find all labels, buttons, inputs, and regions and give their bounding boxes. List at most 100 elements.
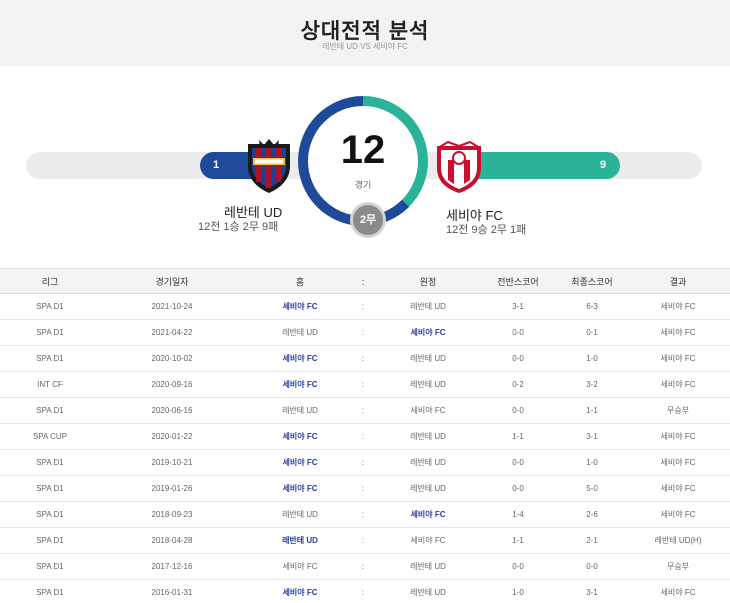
match-date: 2019-01-26 bbox=[151, 484, 193, 493]
table-row[interactable]: INT CF 2020-09-16 세비야 FC: 레반테 UD 0-2 3-2 세비야 F… bbox=[0, 372, 730, 398]
match-league: SPA D1 bbox=[36, 354, 64, 363]
home-team-link[interactable]: 레반테 UD bbox=[260, 398, 340, 424]
final-score: 0-0 bbox=[586, 562, 598, 571]
match-result: 세비야 FC bbox=[660, 484, 696, 493]
score-separator: : bbox=[361, 380, 365, 389]
away-team-link[interactable]: 세비야 FC bbox=[388, 502, 468, 528]
away-team-link[interactable]: 레반테 UD bbox=[388, 346, 468, 372]
match-league: SPA D1 bbox=[36, 510, 64, 519]
table-row[interactable]: SPA D1 2016-01-31 세비야 FC: 레반테 UD 1-0 3-1 세비야 F… bbox=[0, 580, 730, 603]
home-team-link[interactable]: 세비야 FC bbox=[260, 346, 340, 372]
match-league: SPA D1 bbox=[36, 562, 64, 571]
column-header-date: 경기일자 bbox=[155, 277, 189, 287]
home-team-link[interactable]: 레반테 UD bbox=[260, 528, 340, 554]
match-result: 세비야 FC bbox=[660, 328, 696, 337]
column-header-away: 원정 bbox=[419, 277, 437, 287]
away-team-link[interactable]: 레반테 UD bbox=[388, 476, 468, 502]
table-row[interactable]: SPA D1 2017-12-16 세비야 FC: 레반테 UD 0-0 0-0 무승부 bbox=[0, 554, 730, 580]
half-time-score: 1-1 bbox=[512, 536, 524, 545]
final-score: 1-0 bbox=[586, 458, 598, 467]
match-date: 2018-04-28 bbox=[151, 536, 193, 545]
score-separator: : bbox=[361, 484, 365, 493]
table-row[interactable]: SPA D1 2019-10-21 세비야 FC: 레반테 UD 0-0 1-0 세비야 F… bbox=[0, 450, 730, 476]
final-score: 2-1 bbox=[586, 536, 598, 545]
table-row[interactable]: SPA D1 2020-10-02 세비야 FC: 레반테 UD 0-0 1-0 세비야 F… bbox=[0, 346, 730, 372]
away-team-link[interactable]: 세비야 FC bbox=[388, 528, 468, 554]
match-date: 2017-12-16 bbox=[151, 562, 193, 571]
draws-badge: 2무 bbox=[350, 202, 386, 238]
score-separator: : bbox=[361, 406, 365, 415]
final-score: 3-2 bbox=[586, 380, 598, 389]
match-league: SPA D1 bbox=[36, 406, 64, 415]
match-history-table: 리그 경기일자 홈 : 원정 전반스코어 최종스코어 결과 SPA D1 2021… bbox=[0, 268, 730, 603]
table-row[interactable]: SPA D1 2018-04-28 레반테 UD: 세비야 FC 1-1 2-1 레반테 U… bbox=[0, 528, 730, 554]
page-subtitle: 레반테 UD VS 세비야 FC bbox=[322, 42, 408, 51]
column-header-final-score: 최종스코어 bbox=[571, 277, 613, 287]
column-header-home: 홈 bbox=[295, 277, 305, 287]
final-score: 3-1 bbox=[586, 588, 598, 597]
away-team-link[interactable]: 세비야 FC bbox=[388, 398, 468, 424]
page-header: 상대전적 분석 레반테 UD VS 세비야 FC bbox=[0, 0, 730, 66]
away-team-link[interactable]: 레반테 UD bbox=[388, 580, 468, 603]
table-row[interactable]: SPA D1 2021-10-24 세비야 FC: 레반테 UD 3-1 6-3 세비야 F… bbox=[0, 294, 730, 320]
match-result: 세비야 FC bbox=[660, 354, 696, 363]
home-wins-count: 1 bbox=[213, 159, 220, 171]
away-team-link[interactable]: 레반테 UD bbox=[388, 450, 468, 476]
match-result: 세비야 FC bbox=[660, 302, 696, 311]
table-row[interactable]: SPA D1 2019-01-26 세비야 FC: 레반테 UD 0-0 5-0 세비야 F… bbox=[0, 476, 730, 502]
match-league: SPA D1 bbox=[36, 588, 64, 597]
match-result: 세비야 FC bbox=[660, 458, 696, 467]
table-row[interactable]: SPA D1 2020-06-16 레반테 UD: 세비야 FC 0-0 1-1 무승부 bbox=[0, 398, 730, 424]
score-separator: : bbox=[361, 588, 365, 597]
match-league: SPA D1 bbox=[36, 458, 64, 467]
home-team-link[interactable]: 세비야 FC bbox=[260, 554, 340, 580]
match-date: 2021-10-24 bbox=[151, 302, 193, 311]
home-team-link[interactable]: 세비야 FC bbox=[260, 476, 340, 502]
match-result: 레반테 UD(H) bbox=[654, 536, 702, 545]
final-score: 5-0 bbox=[586, 484, 598, 493]
score-separator: : bbox=[361, 536, 365, 545]
match-result: 세비야 FC bbox=[660, 510, 696, 519]
half-time-score: 0-0 bbox=[512, 406, 524, 415]
half-time-score: 0-2 bbox=[512, 380, 524, 389]
half-time-score: 0-0 bbox=[512, 484, 524, 493]
away-team-link[interactable]: 레반테 UD bbox=[388, 372, 468, 398]
away-team-link[interactable]: 레반테 UD bbox=[388, 424, 468, 450]
match-date: 2020-06-16 bbox=[151, 406, 193, 415]
match-league: INT CF bbox=[37, 380, 63, 389]
levante-crest-icon[interactable] bbox=[244, 138, 294, 194]
sevilla-crest-icon[interactable] bbox=[434, 138, 484, 194]
table-row[interactable]: SPA D1 2018-09-23 레반테 UD: 세비야 FC 1-4 2-6 세비야 F… bbox=[0, 502, 730, 528]
away-team-link[interactable]: 레반테 UD bbox=[388, 294, 468, 320]
score-separator: : bbox=[361, 354, 365, 363]
half-time-score: 0-0 bbox=[512, 562, 524, 571]
match-date: 2019-10-21 bbox=[151, 458, 193, 467]
score-separator: : bbox=[361, 302, 365, 311]
home-team-link[interactable]: 세비야 FC bbox=[260, 580, 340, 603]
match-league: SPA CUP bbox=[32, 432, 68, 441]
final-score: 0-1 bbox=[586, 328, 598, 337]
table-header: 리그 경기일자 홈 : 원정 전반스코어 최종스코어 결과 bbox=[0, 268, 730, 294]
away-team-link[interactable]: 세비야 FC bbox=[388, 320, 468, 346]
half-time-score: 1-4 bbox=[512, 510, 524, 519]
match-league: SPA D1 bbox=[36, 484, 64, 493]
score-separator: : bbox=[361, 458, 365, 467]
half-time-score: 0-0 bbox=[512, 354, 524, 363]
away-team-link[interactable]: 레반테 UD bbox=[388, 554, 468, 580]
home-team-link[interactable]: 세비야 FC bbox=[260, 294, 340, 320]
away-wins-count: 9 bbox=[600, 159, 607, 171]
table-row[interactable]: SPA CUP 2020-01-22 세비야 FC: 레반테 UD 1-1 3-1 세비야 … bbox=[0, 424, 730, 450]
home-team-link[interactable]: 세비야 FC bbox=[260, 450, 340, 476]
half-time-score: 1-0 bbox=[512, 588, 524, 597]
home-team-link[interactable]: 레반테 UD bbox=[260, 320, 340, 346]
home-team-link[interactable]: 세비야 FC bbox=[260, 372, 340, 398]
home-team-link[interactable]: 레반테 UD bbox=[260, 502, 340, 528]
total-matches-unit: 경기 bbox=[354, 180, 372, 190]
match-date: 2020-09-16 bbox=[151, 380, 193, 389]
away-team-record: 12전 9승 2무 1패 bbox=[446, 224, 527, 236]
match-league: SPA D1 bbox=[36, 536, 64, 545]
head-to-head-summary: 1 9 12 경기 2무 레반테 UD 12전 1승 2무 9패 세비야 FC … bbox=[0, 66, 730, 268]
score-separator: : bbox=[361, 432, 365, 441]
table-row[interactable]: SPA D1 2021-04-22 레반테 UD: 세비야 FC 0-0 0-1 세비야 F… bbox=[0, 320, 730, 346]
home-team-link[interactable]: 세비야 FC bbox=[260, 424, 340, 450]
